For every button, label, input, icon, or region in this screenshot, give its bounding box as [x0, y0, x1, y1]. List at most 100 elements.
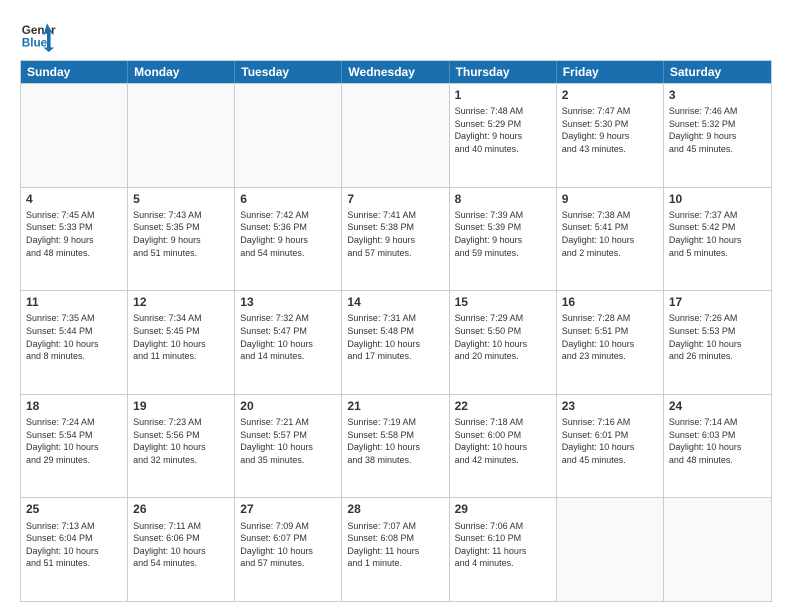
cal-cell: 11Sunrise: 7:35 AMSunset: 5:44 PMDayligh… [21, 291, 128, 394]
cell-sun-info: Sunrise: 7:21 AMSunset: 5:57 PMDaylight:… [240, 416, 336, 466]
cell-sun-info: Sunrise: 7:29 AMSunset: 5:50 PMDaylight:… [455, 312, 551, 362]
cell-sun-info: Sunrise: 7:09 AMSunset: 6:07 PMDaylight:… [240, 520, 336, 570]
cell-sun-info: Sunrise: 7:46 AMSunset: 5:32 PMDaylight:… [669, 105, 766, 155]
cell-sun-info: Sunrise: 7:18 AMSunset: 6:00 PMDaylight:… [455, 416, 551, 466]
cal-cell: 21Sunrise: 7:19 AMSunset: 5:58 PMDayligh… [342, 395, 449, 498]
calendar: SundayMondayTuesdayWednesdayThursdayFrid… [20, 60, 772, 602]
day-number: 1 [455, 87, 551, 103]
cell-sun-info: Sunrise: 7:16 AMSunset: 6:01 PMDaylight:… [562, 416, 658, 466]
cell-sun-info: Sunrise: 7:14 AMSunset: 6:03 PMDaylight:… [669, 416, 766, 466]
cal-cell: 18 Sunrise: 7:24 AMSunset: 5:54 PMDayligh… [21, 395, 128, 498]
cal-cell: 7Sunrise: 7:41 AMSunset: 5:38 PMDaylight… [342, 188, 449, 291]
calendar-body: 1 Sunrise: 7:48 AMSunset: 5:29 PMDaylight… [21, 83, 771, 601]
cal-cell [21, 84, 128, 187]
logo: General Blue [20, 16, 56, 52]
cal-cell: 10 Sunrise: 7:37 AMSunset: 5:42 PMDayligh… [664, 188, 771, 291]
cal-cell: 20 Sunrise: 7:21 AMSunset: 5:57 PMDayligh… [235, 395, 342, 498]
header-day-tuesday: Tuesday [235, 61, 342, 83]
cell-sun-info: Sunrise: 7:35 AMSunset: 5:44 PMDaylight:… [26, 312, 122, 362]
day-number: 6 [240, 191, 336, 207]
cal-cell [342, 84, 449, 187]
day-number: 26 [133, 501, 229, 517]
day-number: 8 [455, 191, 551, 207]
logo-icon: General Blue [20, 16, 56, 52]
cal-cell: 8 Sunrise: 7:39 AMSunset: 5:39 PMDaylight… [450, 188, 557, 291]
week-row-5: 25 Sunrise: 7:13 AMSunset: 6:04 PMDayligh… [21, 497, 771, 601]
day-number: 16 [562, 294, 658, 310]
cal-cell: 15 Sunrise: 7:29 AMSunset: 5:50 PMDayligh… [450, 291, 557, 394]
day-number: 13 [240, 294, 336, 310]
cell-sun-info: Sunrise: 7:13 AMSunset: 6:04 PMDaylight:… [26, 520, 122, 570]
cal-cell: 3 Sunrise: 7:46 AMSunset: 5:32 PMDaylight… [664, 84, 771, 187]
day-number: 20 [240, 398, 336, 414]
cell-sun-info: Sunrise: 7:41 AMSunset: 5:38 PMDaylight:… [347, 209, 443, 259]
cell-sun-info: Sunrise: 7:47 AMSunset: 5:30 PMDaylight:… [562, 105, 658, 155]
day-number: 10 [669, 191, 766, 207]
week-row-3: 11Sunrise: 7:35 AMSunset: 5:44 PMDayligh… [21, 290, 771, 394]
cal-cell: 1 Sunrise: 7:48 AMSunset: 5:29 PMDaylight… [450, 84, 557, 187]
week-row-2: 4 Sunrise: 7:45 AMSunset: 5:33 PMDaylight… [21, 187, 771, 291]
cal-cell [235, 84, 342, 187]
day-number: 29 [455, 501, 551, 517]
cal-cell: 23 Sunrise: 7:16 AMSunset: 6:01 PMDayligh… [557, 395, 664, 498]
day-number: 17 [669, 294, 766, 310]
header-day-monday: Monday [128, 61, 235, 83]
cell-sun-info: Sunrise: 7:26 AMSunset: 5:53 PMDaylight:… [669, 312, 766, 362]
header-day-friday: Friday [557, 61, 664, 83]
cell-sun-info: Sunrise: 7:24 AMSunset: 5:54 PMDaylight:… [26, 416, 122, 466]
day-number: 24 [669, 398, 766, 414]
cell-sun-info: Sunrise: 7:07 AMSunset: 6:08 PMDaylight:… [347, 520, 443, 570]
cal-cell: 24 Sunrise: 7:14 AMSunset: 6:03 PMDayligh… [664, 395, 771, 498]
day-number: 22 [455, 398, 551, 414]
day-number: 23 [562, 398, 658, 414]
cell-sun-info: Sunrise: 7:23 AMSunset: 5:56 PMDaylight:… [133, 416, 229, 466]
week-row-4: 18 Sunrise: 7:24 AMSunset: 5:54 PMDayligh… [21, 394, 771, 498]
day-number: 2 [562, 87, 658, 103]
cal-cell: 14Sunrise: 7:31 AMSunset: 5:48 PMDayligh… [342, 291, 449, 394]
day-number: 21 [347, 398, 443, 414]
cell-sun-info: Sunrise: 7:45 AMSunset: 5:33 PMDaylight:… [26, 209, 122, 259]
cal-cell [664, 498, 771, 601]
header-day-thursday: Thursday [450, 61, 557, 83]
cell-sun-info: Sunrise: 7:48 AMSunset: 5:29 PMDaylight:… [455, 105, 551, 155]
cal-cell: 27 Sunrise: 7:09 AMSunset: 6:07 PMDayligh… [235, 498, 342, 601]
calendar-header-row: SundayMondayTuesdayWednesdayThursdayFrid… [21, 61, 771, 83]
week-row-1: 1 Sunrise: 7:48 AMSunset: 5:29 PMDaylight… [21, 83, 771, 187]
day-number: 4 [26, 191, 122, 207]
header-day-wednesday: Wednesday [342, 61, 449, 83]
cal-cell: 12 Sunrise: 7:34 AMSunset: 5:45 PMDayligh… [128, 291, 235, 394]
day-number: 27 [240, 501, 336, 517]
cal-cell: 9Sunrise: 7:38 AMSunset: 5:41 PMDaylight… [557, 188, 664, 291]
day-number: 19 [133, 398, 229, 414]
day-number: 18 [26, 398, 122, 414]
cal-cell: 13Sunrise: 7:32 AMSunset: 5:47 PMDayligh… [235, 291, 342, 394]
cal-cell: 28 Sunrise: 7:07 AMSunset: 6:08 PMDayligh… [342, 498, 449, 601]
cell-sun-info: Sunrise: 7:37 AMSunset: 5:42 PMDaylight:… [669, 209, 766, 259]
day-number: 15 [455, 294, 551, 310]
header: General Blue [20, 16, 772, 52]
cal-cell: 22 Sunrise: 7:18 AMSunset: 6:00 PMDayligh… [450, 395, 557, 498]
day-number: 5 [133, 191, 229, 207]
cell-sun-info: Sunrise: 7:34 AMSunset: 5:45 PMDaylight:… [133, 312, 229, 362]
cal-cell: 29 Sunrise: 7:06 AMSunset: 6:10 PMDayligh… [450, 498, 557, 601]
day-number: 14 [347, 294, 443, 310]
day-number: 25 [26, 501, 122, 517]
day-number: 28 [347, 501, 443, 517]
day-number: 3 [669, 87, 766, 103]
cal-cell: 5Sunrise: 7:43 AMSunset: 5:35 PMDaylight… [128, 188, 235, 291]
cal-cell [557, 498, 664, 601]
cell-sun-info: Sunrise: 7:39 AMSunset: 5:39 PMDaylight:… [455, 209, 551, 259]
header-day-sunday: Sunday [21, 61, 128, 83]
cal-cell [128, 84, 235, 187]
cal-cell: 19 Sunrise: 7:23 AMSunset: 5:56 PMDayligh… [128, 395, 235, 498]
cell-sun-info: Sunrise: 7:11 AMSunset: 6:06 PMDaylight:… [133, 520, 229, 570]
cell-sun-info: Sunrise: 7:06 AMSunset: 6:10 PMDaylight:… [455, 520, 551, 570]
cal-cell: 16 Sunrise: 7:28 AMSunset: 5:51 PMDayligh… [557, 291, 664, 394]
cell-sun-info: Sunrise: 7:42 AMSunset: 5:36 PMDaylight:… [240, 209, 336, 259]
cell-sun-info: Sunrise: 7:38 AMSunset: 5:41 PMDaylight:… [562, 209, 658, 259]
day-number: 12 [133, 294, 229, 310]
page: General Blue SundayMondayTuesdayWednesda… [0, 0, 792, 612]
cell-sun-info: Sunrise: 7:28 AMSunset: 5:51 PMDaylight:… [562, 312, 658, 362]
header-day-saturday: Saturday [664, 61, 771, 83]
cal-cell: 2 Sunrise: 7:47 AMSunset: 5:30 PMDaylight… [557, 84, 664, 187]
